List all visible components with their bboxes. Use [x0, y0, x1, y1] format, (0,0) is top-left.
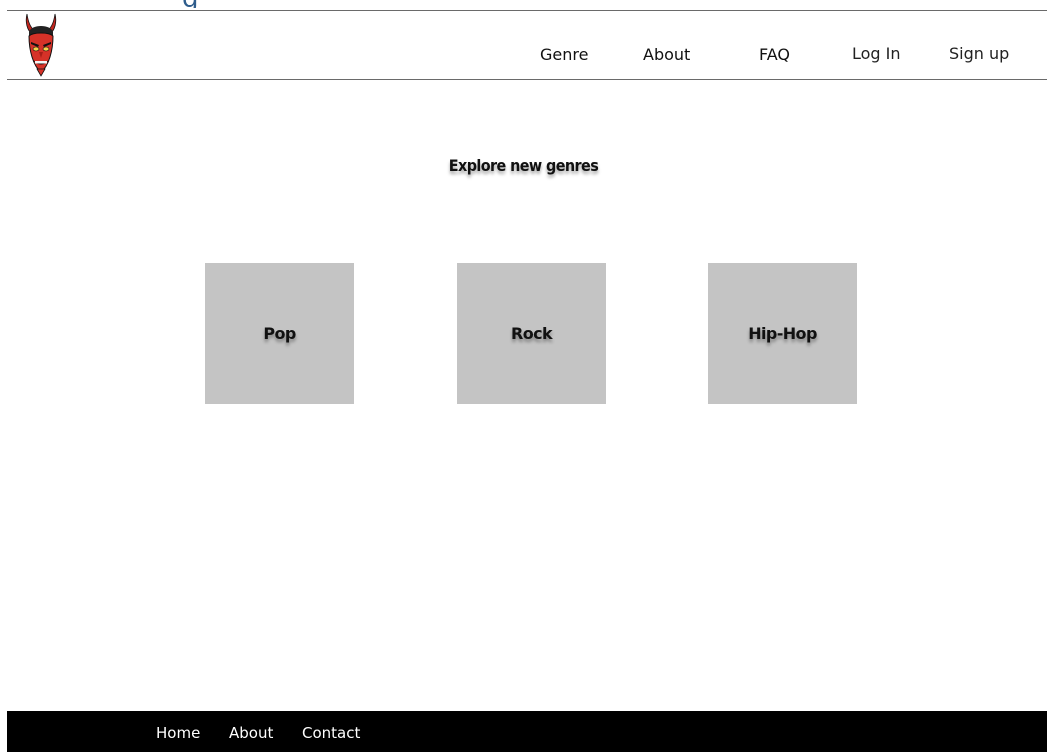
genre-card-pop[interactable]: Pop [205, 263, 354, 404]
nav-link-about[interactable]: About [643, 45, 690, 64]
genre-label-pop: Pop [263, 324, 296, 343]
page-title: Explore new genres [448, 156, 599, 175]
top-navbar: Genre About FAQ Log In Sign up [7, 10, 1047, 80]
genre-label-rock: Rock [510, 324, 553, 343]
nav-link-genre[interactable]: Genre [540, 45, 588, 64]
footer-link-home[interactable]: Home [156, 724, 200, 742]
footer-link-contact[interactable]: Contact [302, 724, 360, 742]
nav-link-faq[interactable]: FAQ [759, 45, 790, 64]
header-text-fragment: g [182, 0, 208, 8]
genre-card-hip-hop[interactable]: Hip-Hop [708, 263, 857, 404]
genre-label-hip-hop: Hip-Hop [748, 324, 817, 343]
footer: Home About Contact [7, 711, 1047, 752]
nav-link-signup[interactable]: Sign up [949, 44, 1009, 63]
genre-card-rock[interactable]: Rock [457, 263, 606, 404]
demon-mask-icon[interactable] [21, 12, 61, 80]
nav-link-login[interactable]: Log In [852, 44, 901, 63]
footer-link-about[interactable]: About [229, 724, 273, 742]
